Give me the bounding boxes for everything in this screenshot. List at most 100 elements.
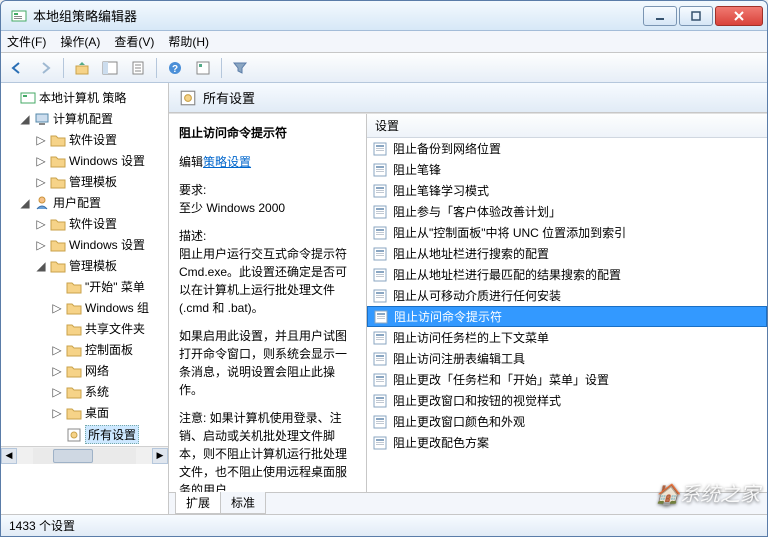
list-row[interactable]: 阻止从可移动介质进行任何安装 [367, 285, 767, 306]
folder-icon [50, 132, 66, 148]
settings-icon [179, 89, 197, 107]
tree-hscroll[interactable]: ◀▶ [1, 446, 168, 464]
list-item-label: 阻止笔锋学习模式 [393, 182, 489, 199]
list-row[interactable]: 阻止笔锋学习模式 [367, 180, 767, 201]
tab-standard[interactable]: 标准 [220, 492, 266, 514]
list-item-label: 阻止更改窗口颜色和外观 [393, 413, 525, 430]
back-icon [9, 60, 25, 76]
tree-computer-config[interactable]: ◢计算机配置 [1, 108, 168, 129]
list-row[interactable]: 阻止从"控制面板"中将 UNC 位置添加到索引 [367, 222, 767, 243]
policy-item-icon [373, 436, 387, 450]
list-row[interactable]: 阻止更改窗口和按钮的视觉样式 [367, 390, 767, 411]
folder-icon [50, 237, 66, 253]
tree-panel[interactable]: 本地计算机 策略 ◢计算机配置 ▷软件设置 ▷Windows 设置 ▷管理模板 … [1, 83, 169, 514]
tree-admin-templates-2[interactable]: ◢管理模板 [1, 255, 168, 276]
separator [221, 58, 222, 78]
policy-item-icon [373, 163, 387, 177]
back-button[interactable] [5, 56, 29, 80]
list-item-label: 阻止从地址栏进行搜索的配置 [393, 245, 549, 262]
list-row[interactable]: 阻止更改窗口颜色和外观 [367, 411, 767, 432]
right-panel: 所有设置 阻止访问命令提示符 编辑策略设置 要求:至少 Windows 2000… [169, 83, 767, 514]
titlebar[interactable]: 本地组策略编辑器 [1, 1, 767, 31]
tree-user-config[interactable]: ◢用户配置 [1, 192, 168, 213]
folder-icon [66, 342, 82, 358]
policy-item-icon [373, 415, 387, 429]
list-row[interactable]: 阻止更改「任务栏和「开始」菜单」设置 [367, 369, 767, 390]
close-icon [733, 11, 745, 21]
list-row[interactable]: 阻止笔锋 [367, 159, 767, 180]
list-item-label: 阻止笔锋 [393, 161, 441, 178]
close-button[interactable] [715, 6, 763, 26]
req-value: 至少 Windows 2000 [179, 201, 285, 215]
tree-software-settings-1[interactable]: ▷软件设置 [1, 129, 168, 150]
list-row[interactable]: 阻止从地址栏进行搜索的配置 [367, 243, 767, 264]
list-item-label: 阻止访问任务栏的上下文菜单 [393, 329, 549, 346]
user-icon [34, 195, 50, 211]
right-header-title: 所有设置 [203, 88, 255, 107]
tree-control-panel[interactable]: ▷控制面板 [1, 339, 168, 360]
folder-icon [66, 363, 82, 379]
tab-extended[interactable]: 扩展 [175, 492, 221, 514]
export-icon [130, 60, 146, 76]
list-row[interactable]: 阻止访问注册表编辑工具 [367, 348, 767, 369]
properties-button[interactable] [191, 56, 215, 80]
list-row[interactable]: 阻止访问任务栏的上下文菜单 [367, 327, 767, 348]
export-button[interactable] [126, 56, 150, 80]
list-panel: 设置 阻止备份到网络位置阻止笔锋阻止笔锋学习模式阻止参与「客户体验改善计划」阻止… [367, 114, 767, 492]
scroll-thumb[interactable] [53, 449, 93, 463]
minimize-button[interactable] [643, 6, 677, 26]
tree-system[interactable]: ▷系统 [1, 381, 168, 402]
maximize-button[interactable] [679, 6, 713, 26]
menubar: 文件(F) 操作(A) 查看(V) 帮助(H) [1, 31, 767, 53]
content-area: 本地计算机 策略 ◢计算机配置 ▷软件设置 ▷Windows 设置 ▷管理模板 … [1, 83, 767, 514]
statusbar: 1433 个设置 [1, 514, 767, 536]
list-row[interactable]: 阻止访问命令提示符 [367, 306, 767, 327]
policy-item-icon [373, 352, 387, 366]
tree-windows-settings-1[interactable]: ▷Windows 设置 [1, 150, 168, 171]
scroll-right-icon[interactable]: ▶ [152, 448, 168, 464]
tree-admin-templates-1[interactable]: ▷管理模板 [1, 171, 168, 192]
list-row[interactable]: 阻止备份到网络位置 [367, 138, 767, 159]
folder-icon [50, 153, 66, 169]
list-item-label: 阻止参与「客户体验改善计划」 [393, 203, 561, 220]
tree-windows-components[interactable]: ▷Windows 组 [1, 297, 168, 318]
menu-action[interactable]: 操作(A) [60, 33, 100, 50]
folder-icon [66, 279, 82, 295]
list-body[interactable]: 阻止备份到网络位置阻止笔锋阻止笔锋学习模式阻止参与「客户体验改善计划」阻止从"控… [367, 138, 767, 492]
menu-file[interactable]: 文件(F) [7, 33, 46, 50]
show-hide-tree-button[interactable] [98, 56, 122, 80]
tree-all-settings[interactable]: 所有设置 [1, 423, 168, 446]
edit-policy-link[interactable]: 策略设置 [203, 155, 251, 169]
policy-item-icon [374, 310, 388, 324]
folder-icon [50, 174, 66, 190]
forward-icon [37, 60, 53, 76]
menu-view[interactable]: 查看(V) [114, 33, 154, 50]
policy-item-icon [373, 394, 387, 408]
up-button[interactable] [70, 56, 94, 80]
list-column-header[interactable]: 设置 [367, 114, 767, 138]
menu-help[interactable]: 帮助(H) [168, 33, 209, 50]
list-row[interactable]: 阻止参与「客户体验改善计划」 [367, 201, 767, 222]
toolbar: ? [1, 53, 767, 83]
maximize-icon [691, 11, 701, 21]
policy-item-icon [373, 331, 387, 345]
tree-software-settings-2[interactable]: ▷软件设置 [1, 213, 168, 234]
tree-desktop[interactable]: ▷桌面 [1, 402, 168, 423]
scroll-left-icon[interactable]: ◀ [1, 448, 17, 464]
list-row[interactable]: 阻止从地址栏进行最匹配的结果搜索的配置 [367, 264, 767, 285]
tree-root[interactable]: 本地计算机 策略 [1, 87, 168, 108]
policy-icon [20, 90, 36, 106]
filter-button[interactable] [228, 56, 252, 80]
help-button[interactable]: ? [163, 56, 187, 80]
list-item-label: 阻止更改配色方案 [393, 434, 489, 451]
tree-windows-settings-2[interactable]: ▷Windows 设置 [1, 234, 168, 255]
svg-text:?: ? [172, 64, 178, 75]
tree-start-menu[interactable]: "开始" 菜单 [1, 276, 168, 297]
tree-network[interactable]: ▷网络 [1, 360, 168, 381]
separator [63, 58, 64, 78]
tree-icon [102, 60, 118, 76]
list-item-label: 阻止访问注册表编辑工具 [393, 350, 525, 367]
list-row[interactable]: 阻止更改配色方案 [367, 432, 767, 453]
forward-button[interactable] [33, 56, 57, 80]
tree-shared-folders[interactable]: 共享文件夹 [1, 318, 168, 339]
